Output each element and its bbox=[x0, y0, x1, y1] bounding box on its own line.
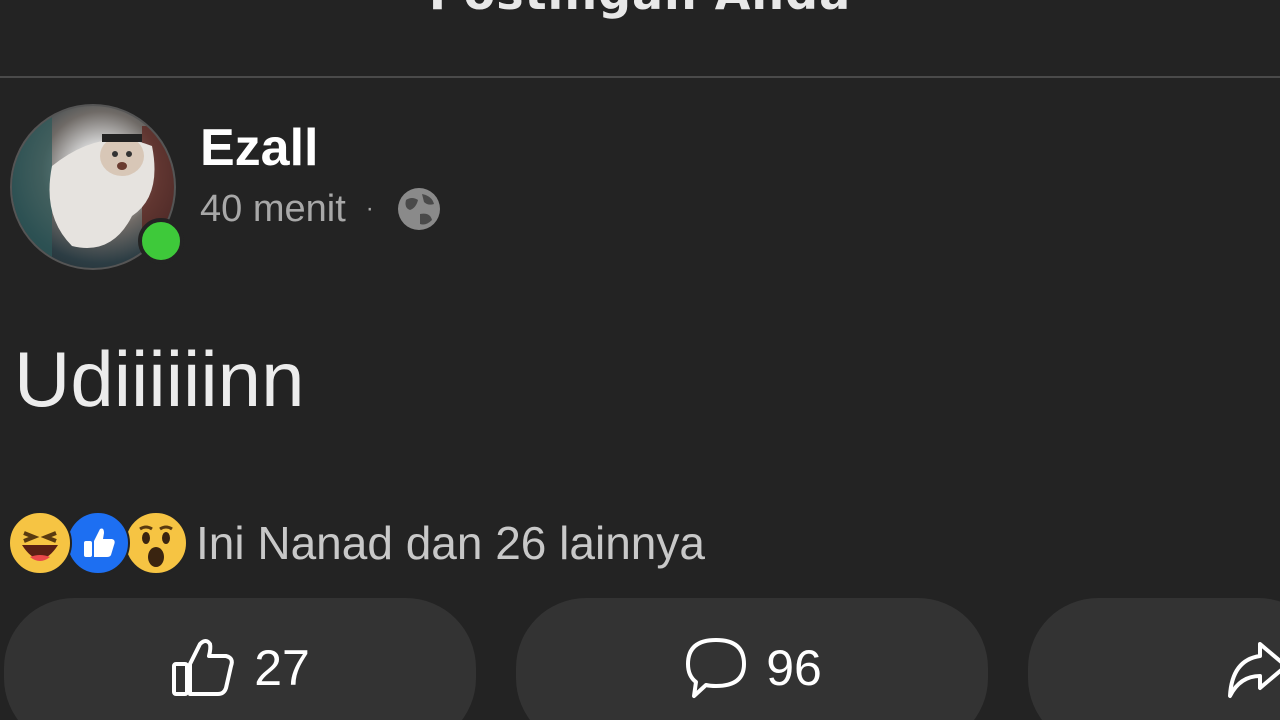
like-count: 27 bbox=[254, 640, 310, 696]
haha-icon bbox=[8, 511, 72, 575]
reactions-row[interactable]: Ini Nanad dan 26 lainnya bbox=[8, 511, 705, 575]
post-time[interactable]: 40 menit bbox=[200, 188, 346, 231]
post-text: Udiiiiiinn bbox=[14, 335, 305, 423]
reaction-icons[interactable] bbox=[8, 511, 188, 575]
post-page: Postingan Anda Ezall 40 menit · bbox=[0, 0, 1280, 720]
post-meta: 40 menit · bbox=[200, 186, 442, 232]
reaction-summary[interactable]: Ini Nanad dan 26 lainnya bbox=[196, 516, 705, 570]
like-button[interactable]: 27 bbox=[4, 598, 476, 720]
author-name[interactable]: Ezall bbox=[200, 118, 319, 178]
wow-icon bbox=[124, 511, 188, 575]
author-avatar-wrapper[interactable] bbox=[10, 104, 184, 270]
top-header: Postingan Anda bbox=[0, 0, 1280, 78]
meta-separator: · bbox=[365, 195, 374, 222]
comment-count: 96 bbox=[766, 640, 822, 696]
comment-button[interactable]: 96 bbox=[516, 598, 988, 720]
page-title: Postingan Anda bbox=[0, 0, 1280, 20]
online-status-dot bbox=[138, 218, 184, 264]
comment-icon bbox=[682, 634, 750, 702]
share-icon bbox=[1224, 634, 1280, 702]
globe-icon[interactable] bbox=[396, 186, 442, 232]
thumbs-up-icon bbox=[170, 634, 238, 702]
like-icon bbox=[66, 511, 130, 575]
share-button[interactable] bbox=[1028, 598, 1280, 720]
